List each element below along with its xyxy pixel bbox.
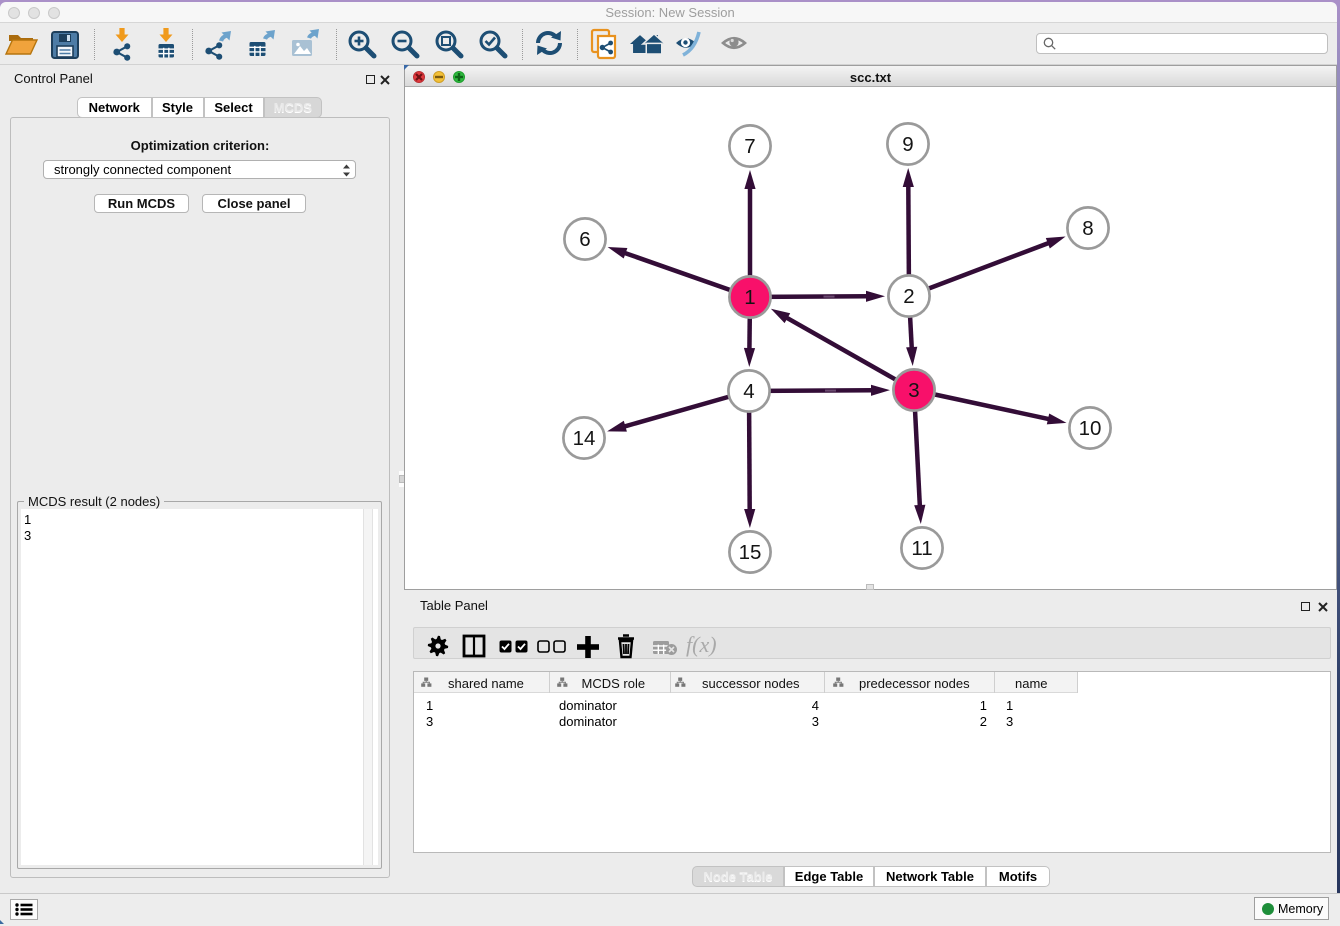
svg-text:3: 3 bbox=[908, 379, 919, 402]
svg-text:11: 11 bbox=[911, 537, 932, 560]
svg-text:9: 9 bbox=[902, 133, 913, 156]
svg-text:10: 10 bbox=[1079, 417, 1102, 440]
svg-text:6: 6 bbox=[579, 228, 590, 251]
svg-text:2: 2 bbox=[903, 285, 914, 308]
svg-text:4: 4 bbox=[743, 380, 754, 403]
svg-text:7: 7 bbox=[744, 135, 755, 158]
svg-text:15: 15 bbox=[739, 541, 762, 564]
svg-text:1: 1 bbox=[744, 286, 755, 309]
svg-text:8: 8 bbox=[1082, 217, 1093, 240]
svg-text:14: 14 bbox=[573, 427, 596, 450]
